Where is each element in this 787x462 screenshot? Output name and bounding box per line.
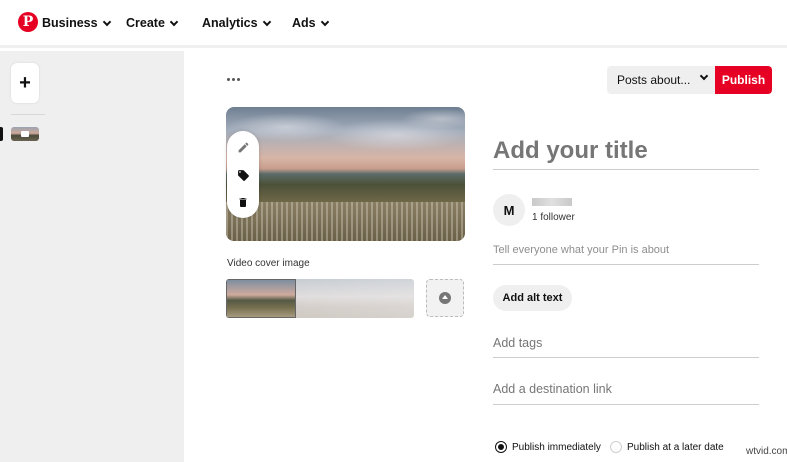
publish-immediately-option[interactable]: Publish immediately bbox=[495, 440, 601, 454]
publish-later-option[interactable]: Publish at a later date bbox=[610, 440, 724, 454]
tags-input[interactable]: Add tags bbox=[493, 336, 759, 358]
upload-cover-button[interactable] bbox=[426, 279, 464, 317]
rail-divider bbox=[11, 114, 45, 115]
nav-business[interactable]: Business bbox=[42, 14, 111, 32]
preview-sky bbox=[226, 107, 465, 162]
top-nav: P Business Create Analytics Ads bbox=[0, 0, 787, 48]
destination-link-input[interactable]: Add a destination link bbox=[493, 382, 759, 405]
preview-town bbox=[226, 202, 465, 241]
nav-create-label: Create bbox=[126, 16, 165, 30]
nav-ads-label: Ads bbox=[292, 16, 316, 30]
chevron-down-icon bbox=[169, 17, 179, 26]
cover-frame-range[interactable] bbox=[296, 279, 414, 318]
cover-frame-selected[interactable] bbox=[226, 279, 296, 318]
left-rail: + bbox=[0, 51, 184, 462]
nav-analytics-label: Analytics bbox=[202, 16, 258, 30]
nav-ads[interactable]: Ads bbox=[292, 14, 329, 32]
publish-later-label: Publish at a later date bbox=[627, 441, 724, 453]
radio-selected[interactable] bbox=[495, 441, 507, 453]
selected-draft-marker bbox=[0, 127, 3, 141]
chevron-down-icon bbox=[262, 17, 271, 26]
more-options-icon[interactable] bbox=[227, 70, 243, 88]
radio-unselected[interactable] bbox=[610, 441, 622, 453]
avatar: M bbox=[493, 194, 525, 226]
follower-count: 1 follower bbox=[532, 212, 575, 223]
title-input[interactable]: Add your title bbox=[493, 132, 759, 170]
publish-immediately-label: Publish immediately bbox=[512, 441, 601, 453]
chevron-down-icon bbox=[699, 71, 709, 81]
cover-image-label: Video cover image bbox=[227, 258, 310, 269]
trash-icon[interactable] bbox=[235, 194, 251, 210]
chevron-down-icon bbox=[320, 17, 329, 26]
nav-business-label: Business bbox=[42, 16, 98, 30]
pencil-icon[interactable] bbox=[235, 139, 251, 155]
publish-button[interactable]: Publish bbox=[715, 66, 772, 94]
pinterest-logo-icon[interactable]: P bbox=[18, 12, 38, 32]
draft-thumbnail[interactable] bbox=[11, 127, 39, 141]
nav-create[interactable]: Create bbox=[126, 14, 179, 32]
board-select[interactable]: Posts about... bbox=[607, 66, 715, 94]
add-pin-button[interactable]: + bbox=[11, 63, 39, 103]
blurred-username bbox=[532, 198, 572, 206]
tag-icon[interactable] bbox=[235, 167, 251, 183]
add-alt-text-button[interactable]: Add alt text bbox=[493, 285, 572, 311]
chevron-down-icon bbox=[102, 17, 111, 26]
media-tools bbox=[227, 131, 259, 218]
video-preview[interactable] bbox=[226, 107, 465, 241]
nav-analytics[interactable]: Analytics bbox=[202, 14, 271, 32]
watermark: wtvid.com bbox=[744, 446, 787, 457]
upload-arrow-icon bbox=[439, 292, 451, 304]
cover-frame-strip[interactable] bbox=[226, 279, 414, 318]
board-select-label: Posts about... bbox=[617, 73, 691, 87]
description-input[interactable]: Tell everyone what your Pin is about bbox=[493, 244, 759, 265]
